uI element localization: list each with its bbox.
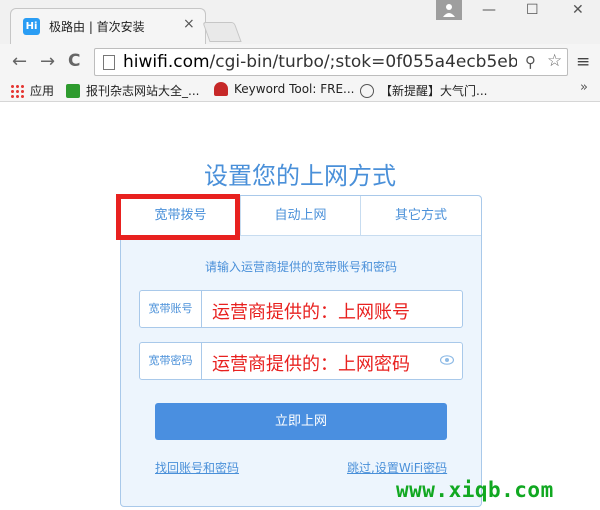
title-bar: Hi 极路由 | 首次安装 × — ☐ ✕: [0, 0, 600, 44]
password-input[interactable]: 运营商提供的：上网密码: [212, 350, 410, 376]
address-bar[interactable]: hiwifi.com/cgi-bin/turbo/;stok=0f055a4ec…: [94, 48, 568, 76]
password-label: 宽带密码: [140, 343, 202, 379]
skip-set-wifi-link[interactable]: 跳过,设置WiFi密码: [347, 459, 447, 476]
page-icon: [103, 55, 115, 70]
forward-icon[interactable]: →: [40, 51, 55, 72]
recover-account-link[interactable]: 找回账号和密码: [155, 459, 239, 476]
account-input[interactable]: 运营商提供的：上网账号: [212, 298, 410, 324]
url-text[interactable]: hiwifi.com/cgi-bin/turbo/;stok=0f055a4ec…: [123, 52, 517, 72]
back-icon[interactable]: ←: [12, 51, 27, 72]
more-bookmarks-icon[interactable]: »: [580, 80, 588, 95]
account-label: 宽带账号: [140, 291, 202, 327]
site-icon: [66, 84, 80, 98]
new-tab-button[interactable]: [202, 22, 242, 42]
page-title: 设置您的上网方式: [204, 162, 396, 190]
search-icon[interactable]: ⚲: [525, 53, 536, 71]
connect-button[interactable]: 立即上网: [155, 403, 447, 440]
tab-title: 极路由 | 首次安装: [49, 20, 145, 34]
wordpress-icon: [360, 84, 374, 98]
browser-toolbar: ← → C hiwifi.com/cgi-bin/turbo/;stok=0f0…: [0, 44, 600, 78]
profile-button[interactable]: [436, 0, 462, 20]
browser-tab[interactable]: Hi 极路由 | 首次安装 ×: [10, 8, 206, 44]
apps-grid-icon: [10, 84, 24, 98]
bookmark-new-reminder[interactable]: 【新提醒】大气门...: [360, 82, 487, 99]
password-field[interactable]: 宽带密码 运营商提供的：上网密码: [139, 342, 463, 380]
window-close-icon[interactable]: ✕: [572, 2, 584, 18]
tab-other[interactable]: 其它方式: [361, 196, 481, 236]
eye-icon[interactable]: [440, 355, 454, 365]
bookmark-magazines[interactable]: 报刊杂志网站大全_...: [66, 82, 199, 99]
tab-close-icon[interactable]: ×: [183, 16, 195, 32]
account-field[interactable]: 宽带账号 运营商提供的：上网账号: [139, 290, 463, 328]
maximize-icon[interactable]: ☐: [526, 2, 539, 18]
tab-auto[interactable]: 自动上网: [241, 196, 361, 236]
hiwifi-favicon-icon: Hi: [23, 18, 40, 35]
adwords-icon: [214, 82, 228, 96]
site-watermark: www.xiqb.com: [396, 478, 554, 502]
setup-panel: 宽带拨号 自动上网 其它方式 请输入运营商提供的宽带账号和密码 宽带账号 运营商…: [120, 195, 482, 507]
bookmark-star-icon[interactable]: ☆: [547, 51, 562, 71]
minimize-icon[interactable]: —: [482, 2, 496, 18]
reload-icon[interactable]: C: [68, 51, 80, 71]
person-icon: [443, 4, 455, 17]
instruction-text: 请输入运营商提供的宽带账号和密码: [204, 260, 397, 274]
bookmark-apps[interactable]: 应用: [10, 82, 54, 99]
page-content: 设置您的上网方式 宽带拨号 自动上网 其它方式 请输入运营商提供的宽带账号和密码…: [0, 102, 600, 510]
bookmarks-bar: 应用 报刊杂志网站大全_... Keyword Tool: FRE... 【新提…: [0, 78, 600, 102]
menu-icon[interactable]: ≡: [576, 52, 590, 72]
bookmark-keyword-tool[interactable]: Keyword Tool: FRE...: [214, 82, 355, 96]
highlight-box: [116, 194, 240, 240]
